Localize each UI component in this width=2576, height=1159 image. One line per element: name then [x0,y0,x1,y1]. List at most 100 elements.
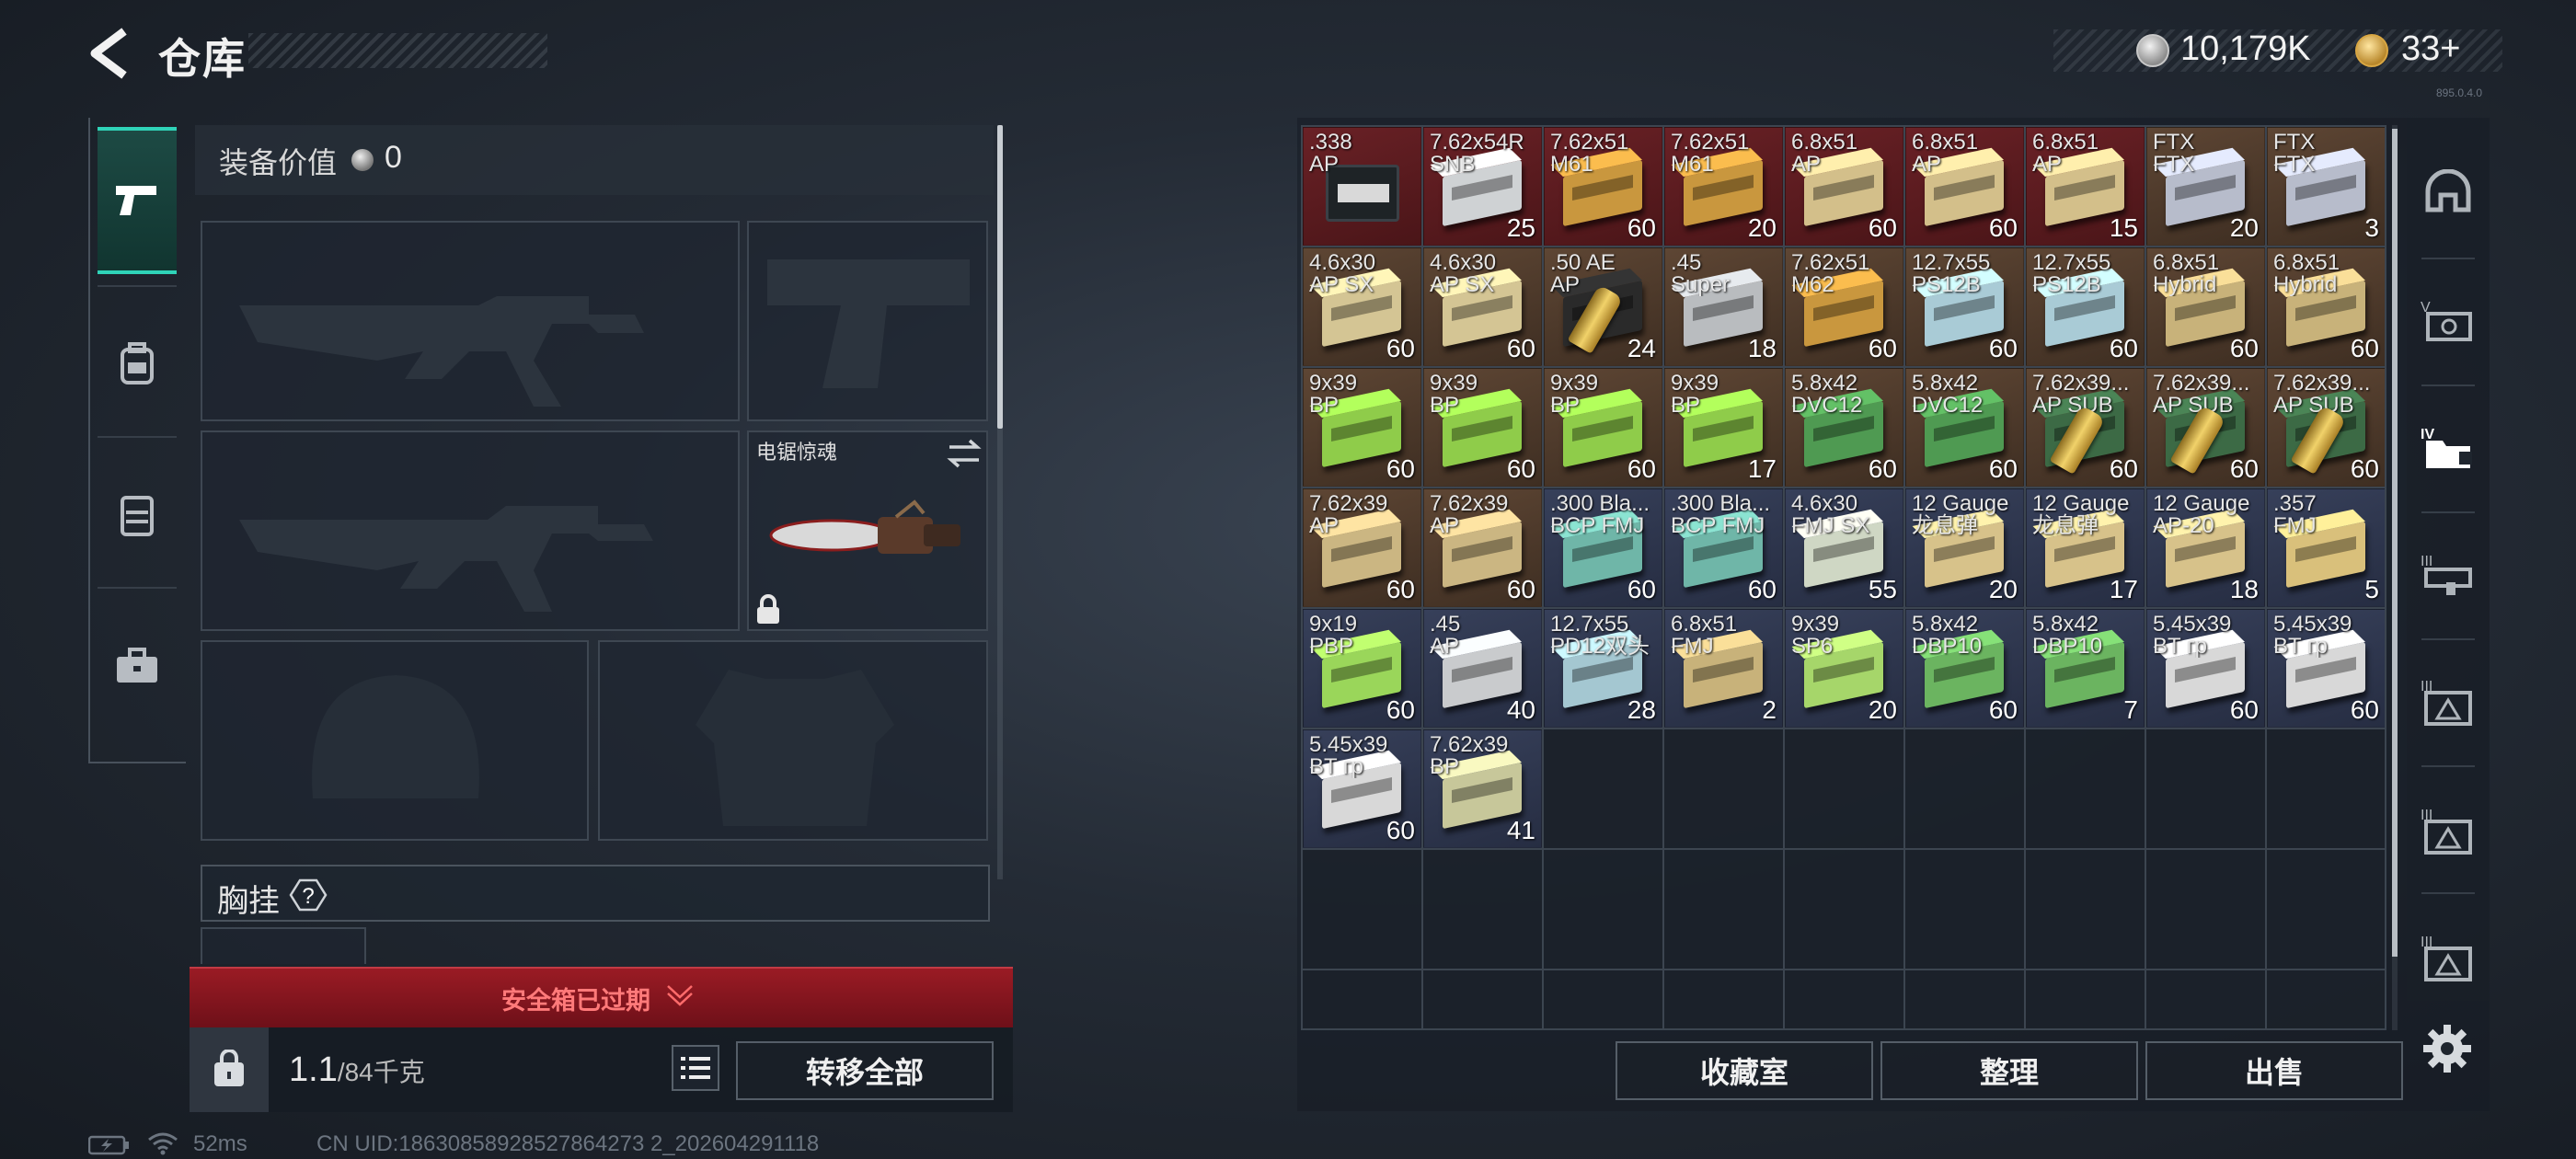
nav-tab-backpack[interactable] [98,291,177,438]
stash-item[interactable]: 4.6x30 AP SX 60 [1303,247,1421,366]
stash-item[interactable]: FTX FTX 20 [2146,127,2265,246]
svg-text:III: III [2421,554,2432,569]
silver-currency-amount: 10,179K [2180,29,2311,68]
stash-item-name: 5.8x42 DVC12 [1791,373,1863,417]
nav-separator [98,436,177,438]
nav-tab-weapons[interactable] [98,127,177,274]
helmet-slot[interactable] [201,640,589,841]
stash-item[interactable]: 9x39 SP6 20 [1785,609,1903,728]
version-text: 895.0.4.0 [2436,86,2483,99]
stash-item[interactable]: 6.8x51 AP 60 [1905,127,2024,246]
stash-tab-2[interactable]: V [2407,258,2490,384]
stash-item[interactable]: 12.7x55 PS12B 60 [1905,247,2024,366]
list-view-button[interactable] [672,1045,719,1091]
nav-tab-toolbox[interactable] [98,592,177,740]
stash-item[interactable]: 9x39 BP 17 [1664,368,1783,487]
sell-button[interactable]: 出售 [2145,1041,2403,1100]
stash-item[interactable]: 6.8x51 AP 15 [2026,127,2145,246]
stash-item[interactable]: .357 FMJ 5 [2267,488,2385,607]
chevron-down-icon [667,985,693,1006]
stash-item[interactable]: 9x19 PBP 60 [1303,609,1421,728]
stash-item[interactable]: 5.8x42 DBP10 7 [2026,609,2145,728]
stash-item[interactable]: .45 Super 18 [1664,247,1783,366]
stash-item-count: 17 [1747,454,1777,483]
stash-item[interactable]: .50 AE AP 24 [1544,247,1662,366]
stash-item[interactable]: 6.8x51 Hybrid 60 [2146,247,2265,366]
stash-item[interactable]: 12 Gauge 龙息弹 20 [1905,488,2024,607]
stash-item[interactable]: 7.62x39 AP 60 [1423,488,1542,607]
gold-currency-amount[interactable]: 33+ [2401,29,2460,69]
stash-item-count: 60 [1868,213,1897,242]
armor-slot[interactable] [598,640,988,841]
sidearm-slot[interactable] [747,221,988,421]
pistol-icon [116,186,156,215]
stash-item[interactable]: 12.7x55 PD12双头 28 [1544,609,1662,728]
stash-item[interactable]: 7.62x51 M62 60 [1785,247,1903,366]
stash-item[interactable]: 7.62x51 M61 20 [1664,127,1783,246]
stash-item-count: 60 [1506,575,1535,603]
stash-item-name: 7.62x51 M61 [1671,132,1750,176]
stash-item[interactable]: 7.62x39 AP 60 [1303,488,1421,607]
stash-item[interactable]: 7.62x39... AP SUB 60 [2146,368,2265,487]
stash-item[interactable]: .338 AP [1303,127,1421,246]
stash-grid[interactable]: .338 AP 7.62x54R SNB 25 7.62x51 M61 60 7.62x5… [1301,125,2386,1030]
stash-tab-3-active[interactable]: IV [2407,384,2490,511]
stash-item-count: 60 [1988,213,2018,242]
stash-item[interactable]: 12.7x55 PS12B 60 [2026,247,2145,366]
melee-slot[interactable]: 电锯惊魂 [747,430,988,631]
equipment-scroll-thumb[interactable] [997,125,1003,429]
stash-item-name: .45 Super [1671,252,1731,296]
stash-item[interactable]: .300 Bla... BCP FMJ 60 [1664,488,1783,607]
stash-item[interactable]: 4.6x30 AP SX 60 [1423,247,1542,366]
bag-button[interactable] [190,1027,269,1112]
help-icon[interactable]: ? [287,877,329,913]
page-title: 仓库 [158,35,247,83]
stash-tab-4[interactable]: III [2407,511,2490,638]
transfer-all-button[interactable]: 转移全部 [736,1041,994,1100]
chest-rig-slot[interactable] [201,927,366,964]
stash-item[interactable]: 12 Gauge 龙息弹 17 [2026,488,2145,607]
stash-item[interactable]: 6.8x51 Hybrid 60 [2267,247,2385,366]
stash-item[interactable]: 6.8x51 FMJ 2 [1664,609,1783,728]
stash-item[interactable]: 7.62x51 M61 60 [1544,127,1662,246]
stash-item[interactable]: 5.45x39 BT гр 60 [2146,609,2265,728]
collection-room-button[interactable]: 收藏室 [1616,1041,1873,1100]
stash-tab-1[interactable] [2407,129,2490,256]
stash-item-name: 9x19 PBP [1309,614,1358,658]
stash-item[interactable]: 7.62x39... AP SUB 60 [2267,368,2385,487]
stash-item[interactable]: 5.8x42 DVC12 60 [1785,368,1903,487]
stash-item[interactable]: 9x39 BP 60 [1303,368,1421,487]
settings-gear-icon[interactable] [2420,1021,2475,1076]
stash-item[interactable]: 7.62x39... AP SUB 60 [2026,368,2145,487]
stash-item[interactable]: .300 Bla... BCP FMJ 60 [1544,488,1662,607]
stash-item[interactable]: 4.6x30 FMJ SX 55 [1785,488,1903,607]
nav-tab-chest-rig[interactable] [98,442,177,589]
back-arrow-icon[interactable] [87,26,133,81]
stash-item[interactable]: 7.62x54R SNB 25 [1423,127,1542,246]
stash-item-name: 7.62x39 AP [1309,493,1388,537]
stash-item[interactable]: 5.8x42 DVC12 60 [1905,368,2024,487]
swap-icon[interactable] [946,438,983,469]
stash-item-name: 6.8x51 Hybrid [2273,252,2340,296]
stash-item[interactable]: 5.45x39 BT гр 60 [2267,609,2385,728]
stash-item[interactable]: 6.8x51 AP 60 [1785,127,1903,246]
chest-rig-label: 胸挂 [217,884,280,919]
nav-separator [98,285,177,287]
stash-item[interactable]: 5.45x39 BT гр 60 [1303,729,1421,848]
stash-tab-5[interactable]: III [2407,638,2490,765]
stash-tab-7[interactable]: III [2407,894,2490,1021]
stash-item[interactable]: 7.62x39 BP 41 [1423,729,1542,848]
primary-weapon-slot-2[interactable] [201,430,740,631]
stash-tab-6[interactable]: III [2407,767,2490,894]
organize-button[interactable]: 整理 [1880,1041,2138,1100]
stash-item[interactable]: 5.8x42 DBP10 60 [1905,609,2024,728]
stash-item[interactable]: FTX FTX 3 [2267,127,2385,246]
stash-item[interactable]: 9x39 BP 60 [1423,368,1542,487]
stash-item-name: 5.8x42 DBP10 [1912,614,1983,658]
stash-item[interactable]: 12 Gauge AP-20 18 [2146,488,2265,607]
stash-scroll-thumb[interactable] [2392,129,2398,957]
primary-weapon-slot-1[interactable] [201,221,740,421]
stash-item[interactable]: 9x39 BP 60 [1544,368,1662,487]
stash-item[interactable]: .45 AP 40 [1423,609,1542,728]
tier-iii-a-icon: III [2421,679,2472,726]
